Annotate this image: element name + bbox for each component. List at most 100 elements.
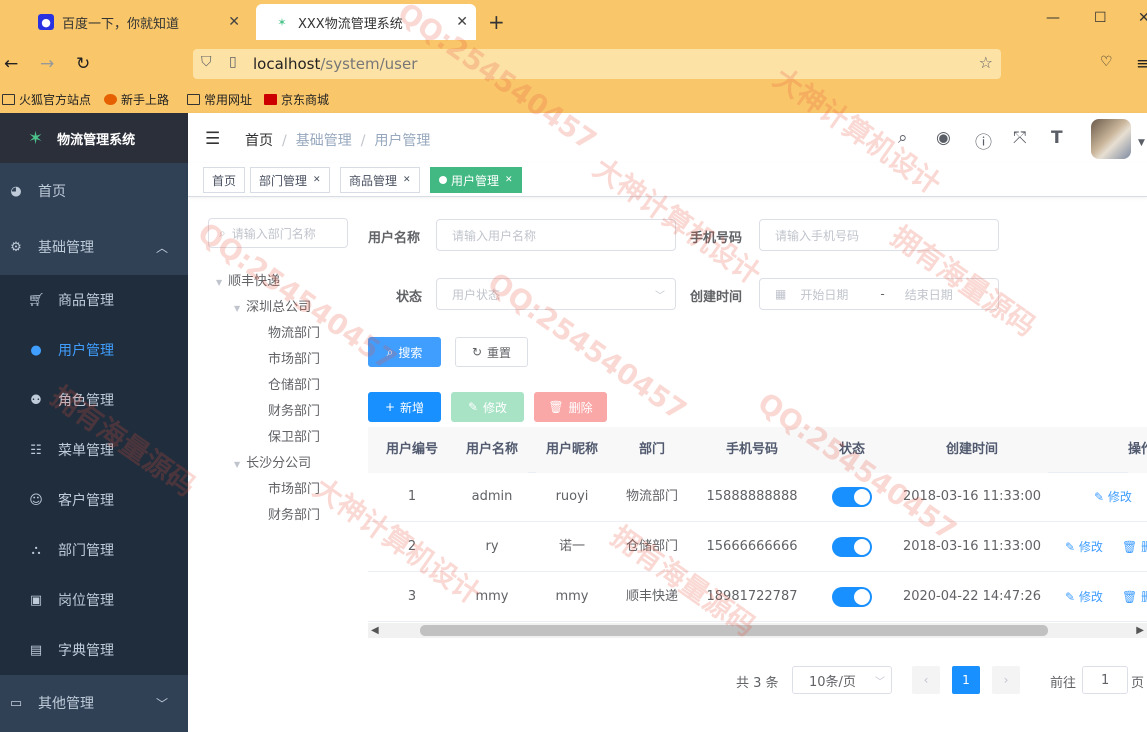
github-icon[interactable]: ◉ xyxy=(936,128,951,148)
new-tab-icon[interactable]: + xyxy=(488,10,505,34)
status-switch[interactable] xyxy=(832,487,872,507)
minimize-icon[interactable]: — xyxy=(1046,10,1060,26)
dept-search-input[interactable]: ⌕ 请输入部门名称 xyxy=(208,218,348,248)
hamburger-icon[interactable]: ☰ xyxy=(205,129,220,149)
cell-id: 2 xyxy=(407,539,417,554)
maximize-icon[interactable]: ☐ xyxy=(1094,10,1107,26)
row-edit-link[interactable]: ✎ 修改 xyxy=(1065,572,1103,622)
date-range-picker[interactable]: ▦ 开始日期 - 结束日期 xyxy=(759,278,999,310)
sidebar-item-users[interactable]: ● 用户管理 xyxy=(0,325,188,375)
browser-tab-active[interactable]: ✶ XXX物流管理系统 ✕ xyxy=(256,4,476,40)
sidebar-item-other[interactable]: ▭ 其他管理 ﹀ xyxy=(0,678,188,728)
reset-button[interactable]: ↻ 重置 xyxy=(455,337,528,367)
placeholder: 用户状态 xyxy=(452,287,501,302)
page-info-icon[interactable]: ▯ xyxy=(229,54,237,70)
tags-view: 首页 部门管理 ✕ 商品管理 ✕ 用户管理 ✕ xyxy=(188,163,1147,197)
search-icon[interactable]: ⌕ xyxy=(898,128,908,148)
next-page-button[interactable]: › xyxy=(992,666,1020,694)
bookmarks-bar: 火狐官方站点 新手上路 常用网址 京东商城 xyxy=(0,84,1147,113)
bookmark-item[interactable]: 京东商城 xyxy=(264,91,329,108)
sidebar-item-goods[interactable]: 🛒︎ 商品管理 xyxy=(0,275,188,325)
close-tab-icon[interactable]: ✕ xyxy=(228,14,240,30)
table-row[interactable]: 1 admin ruoyi 物流部门 15888888888 2018-03-1… xyxy=(368,472,1147,522)
forward-arrow-icon[interactable]: → xyxy=(40,54,54,74)
breadcrumb-item[interactable]: 首页 xyxy=(245,133,273,149)
goto-page-input[interactable]: 1 xyxy=(1082,666,1128,694)
browser-tab-strip: ● 百度一下，你就知道 ✕ ✶ XXX物流管理系统 ✕ + — ☐ ✕ xyxy=(0,0,1147,44)
tree-node[interactable]: 物流部门 xyxy=(268,321,320,347)
sidebar-item-home[interactable]: ◕ 首页 xyxy=(0,166,188,216)
page-size-select[interactable]: 10条/页 ﹀ xyxy=(792,666,892,694)
close-window-icon[interactable]: ✕ xyxy=(1138,10,1147,26)
menu-icon[interactable]: ≡ xyxy=(1136,54,1147,74)
status-switch[interactable] xyxy=(832,537,872,557)
close-tab-icon[interactable]: ✕ xyxy=(456,14,468,30)
username-input[interactable]: 请输入用户名称 xyxy=(436,219,676,251)
bookmark-item[interactable]: 火狐官方站点 xyxy=(2,91,91,108)
delete-button[interactable]: 🗑︎ 删除 xyxy=(534,392,607,422)
cell-created: 2018-03-16 11:33:00 xyxy=(902,539,1042,554)
close-icon[interactable]: ✕ xyxy=(505,175,513,185)
close-icon[interactable]: ✕ xyxy=(313,175,321,185)
tag-goods[interactable]: 商品管理 ✕ xyxy=(340,167,420,193)
status-switch[interactable] xyxy=(832,587,872,607)
browser-tab-baidu[interactable]: ● 百度一下，你就知道 ✕ xyxy=(30,4,248,40)
row-edit-link[interactable]: ✎ 修改 xyxy=(1065,522,1103,572)
tree-node[interactable]: 市场部门 xyxy=(268,477,320,503)
row-delete-link[interactable]: 🗑︎ 删 xyxy=(1122,572,1147,622)
row-delete-link[interactable]: 🗑︎ 删 xyxy=(1122,522,1147,572)
scrollbar-thumb[interactable] xyxy=(420,625,1048,636)
tag-dept[interactable]: 部门管理 ✕ xyxy=(250,167,330,193)
tag-users[interactable]: 用户管理 ✕ xyxy=(430,167,522,193)
address-bar[interactable]: ⛉ ▯ localhost/system/user ☆ xyxy=(193,49,1001,79)
caret-down-icon[interactable]: ▼ xyxy=(1138,138,1145,148)
tree-node[interactable]: 市场部门 xyxy=(268,347,320,373)
bookmark-item[interactable]: 常用网址 xyxy=(187,91,252,108)
edit-button[interactable]: ✎ 修改 xyxy=(451,392,524,422)
tree-node[interactable]: ▼ 深圳总公司 xyxy=(234,295,311,321)
phone-input[interactable]: 请输入手机号码 xyxy=(759,219,999,251)
pocket-icon[interactable]: ♡ xyxy=(1100,54,1113,70)
row-edit-link[interactable]: ✎ 修改 xyxy=(1094,472,1132,522)
prev-page-button[interactable]: ‹ xyxy=(912,666,940,694)
tree-node[interactable]: ▼ 长沙分公司 xyxy=(234,451,311,477)
sidebar-item-basic[interactable]: ⚙ 基础管理 ︿ xyxy=(0,222,188,272)
reload-icon[interactable]: ↻ xyxy=(76,54,90,74)
sidebar-item-posts[interactable]: ▣ 岗位管理 xyxy=(0,575,188,625)
shield-icon[interactable]: ⛉ xyxy=(201,54,212,70)
font-size-icon[interactable]: T xyxy=(1051,128,1063,148)
cell-phone: 15666666666 xyxy=(706,539,798,554)
sidebar-item-menus[interactable]: ☷ 菜单管理 xyxy=(0,425,188,475)
bookmark-item[interactable]: 新手上路 xyxy=(104,91,169,108)
avatar[interactable] xyxy=(1091,119,1131,159)
back-arrow-icon[interactable]: ← xyxy=(4,54,18,74)
placeholder: 请输入部门名称 xyxy=(231,226,316,241)
sidebar-item-dicts[interactable]: ▤ 字典管理 xyxy=(0,625,188,675)
tree-node[interactable]: 仓储部门 xyxy=(268,373,320,399)
table-row[interactable]: 3 mmy mmy 顺丰快递 18981722787 2020-04-22 14… xyxy=(368,572,1147,622)
column-header: 状态 xyxy=(808,427,896,473)
sidebar-item-customers[interactable]: ☺ 客户管理 xyxy=(0,475,188,525)
close-icon[interactable]: ✕ xyxy=(403,175,411,185)
tree-node[interactable]: 财务部门 xyxy=(268,503,320,529)
scroll-left-icon[interactable]: ◀ xyxy=(371,623,379,638)
sidebar-logo[interactable]: ✶ 物流管理系统 xyxy=(0,113,188,163)
fullscreen-icon[interactable]: ⤧ xyxy=(1013,128,1027,148)
table-row[interactable]: 2 ry 诺一 仓储部门 15666666666 2018-03-16 11:3… xyxy=(368,522,1147,572)
scroll-right-icon[interactable]: ▶ xyxy=(1136,623,1144,638)
end-date-placeholder: 结束日期 xyxy=(904,287,953,302)
sidebar-item-depts[interactable]: ⛬ 部门管理 xyxy=(0,525,188,575)
question-icon[interactable]: ⓘ xyxy=(975,128,992,153)
tree-node[interactable]: ▼ 顺丰快递 xyxy=(216,269,280,295)
bookmark-star-icon[interactable]: ☆ xyxy=(979,53,993,72)
table-horizontal-scrollbar[interactable]: ◀ ▶ xyxy=(368,623,1147,638)
sidebar-item-roles[interactable]: ⚉ 角色管理 xyxy=(0,375,188,425)
search-button[interactable]: ⌕ 搜索 xyxy=(368,337,441,367)
page-number-button[interactable]: 1 xyxy=(952,666,980,694)
url-text[interactable]: localhost/system/user xyxy=(253,55,417,73)
tree-node[interactable]: 财务部门 xyxy=(268,399,320,425)
tree-node[interactable]: 保卫部门 xyxy=(268,425,320,451)
status-select[interactable]: 用户状态 ﹀ xyxy=(436,278,676,310)
add-button[interactable]: + 新增 xyxy=(368,392,441,422)
tag-home[interactable]: 首页 xyxy=(203,167,246,193)
